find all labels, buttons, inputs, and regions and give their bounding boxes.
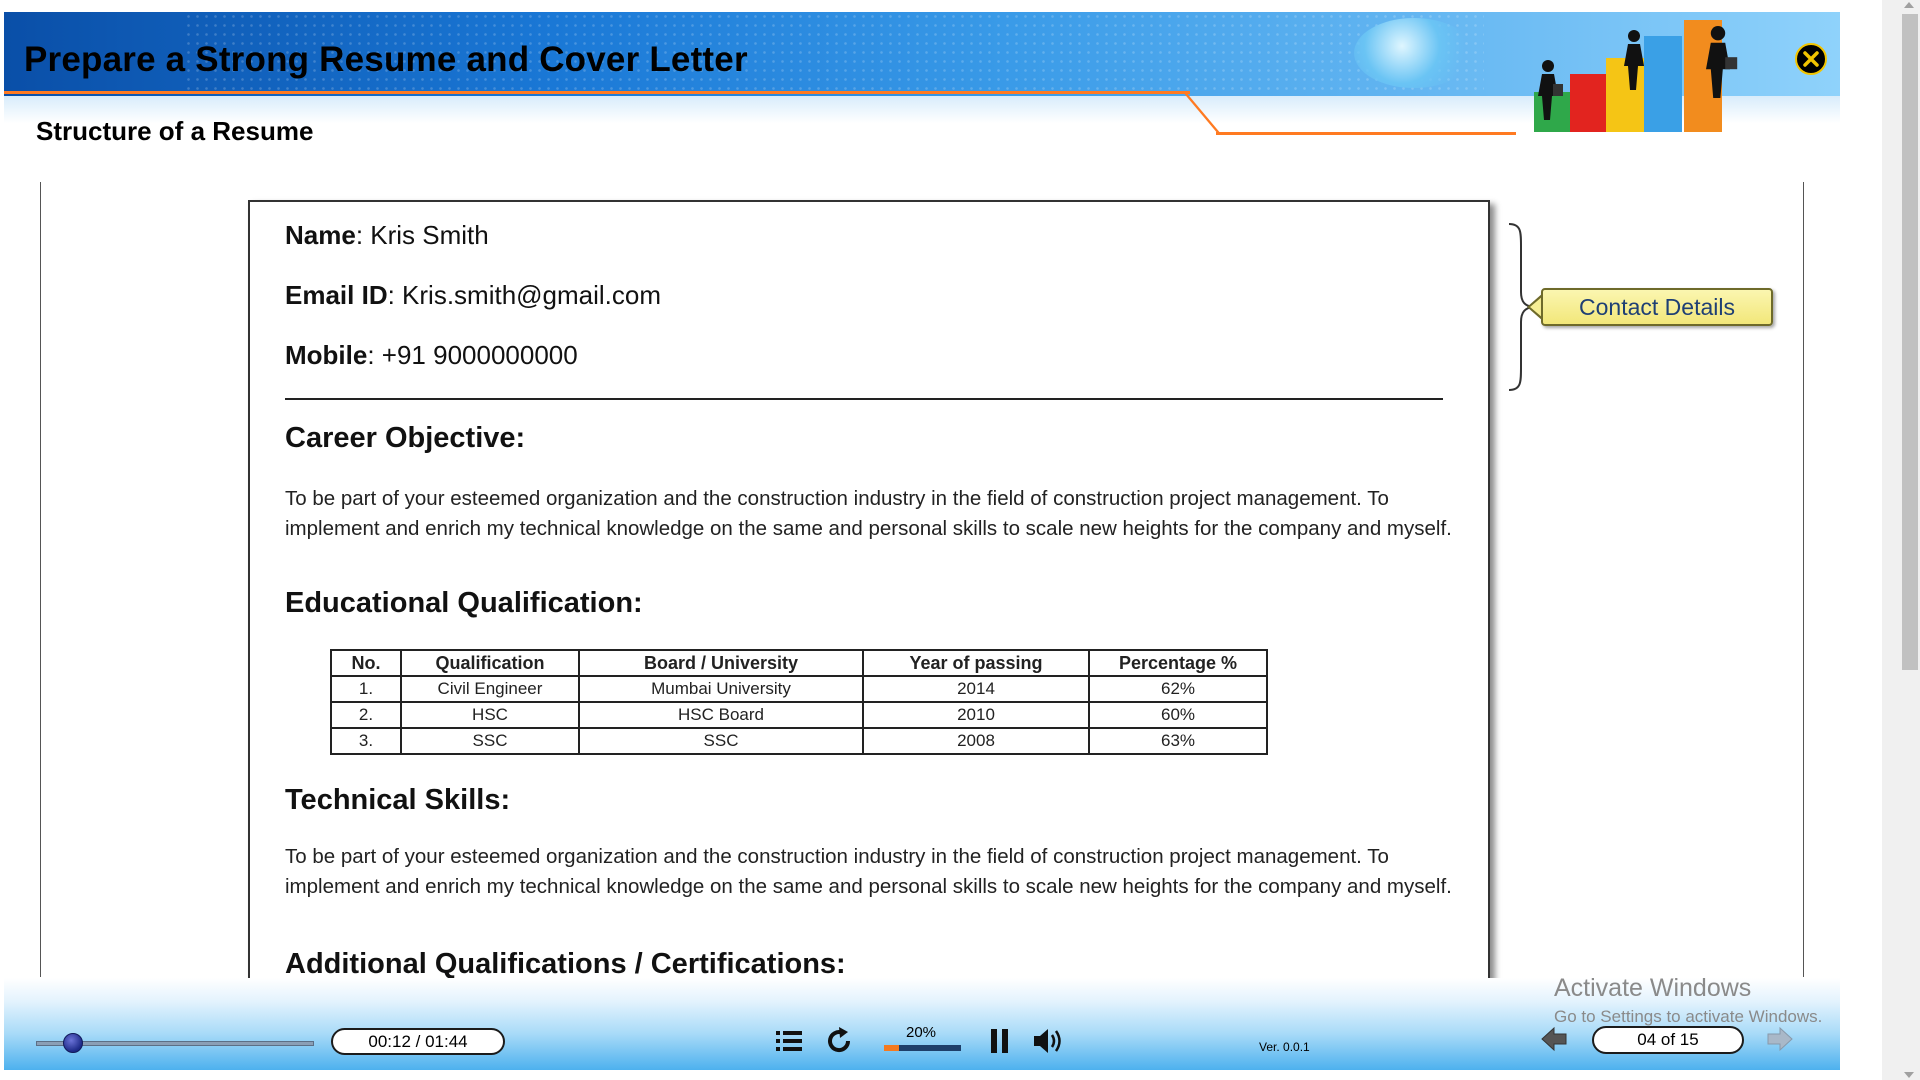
version-label: Ver. 0.0.1 — [1259, 1040, 1310, 1054]
resume-email-line: Email ID: Kris.smith@gmail.com — [285, 280, 661, 311]
resume-name-line: Name: Kris Smith — [285, 220, 489, 251]
menu-icon[interactable] — [774, 1026, 804, 1056]
table-cell: 2008 — [862, 727, 1090, 755]
close-icon — [1803, 51, 1819, 67]
resume-mobile-line: Mobile: +91 9000000000 — [285, 340, 578, 371]
table-row: 3. SSC SSC 2008 63% — [330, 727, 1268, 755]
table-header-cell: No. — [330, 649, 402, 677]
table-cell: Civil Engineer — [400, 675, 580, 703]
speaker-icon[interactable] — [1032, 1027, 1064, 1055]
name-label: Name — [285, 220, 356, 250]
banner-orange-line-lower — [1216, 132, 1516, 135]
table-cell: 3. — [330, 727, 402, 755]
table-cell: HSC — [400, 701, 580, 729]
volume-percent: 20% — [906, 1024, 937, 1041]
table-header-cell: Board / University — [578, 649, 864, 677]
table-cell: 2010 — [862, 701, 1090, 729]
time-display: 00:12 / 01:44 — [331, 1028, 505, 1055]
table-cell: HSC Board — [578, 701, 864, 729]
education-heading: Educational Qualification: — [285, 587, 643, 619]
mobile-value: : +91 9000000000 — [367, 340, 578, 370]
table-cell: SSC — [578, 727, 864, 755]
name-value: : Kris Smith — [355, 220, 489, 250]
scroll-up-arrow-icon[interactable] — [1904, 2, 1914, 8]
seek-handle[interactable] — [63, 1033, 83, 1053]
table-cell: 62% — [1088, 675, 1268, 703]
pause-icon[interactable] — [988, 1026, 1012, 1056]
table-cell: 2. — [330, 701, 402, 729]
table-header-cell: Year of passing — [862, 649, 1090, 677]
table-row: 1. Civil Engineer Mumbai University 2014… — [330, 675, 1268, 703]
walking-person-icon — [1706, 26, 1738, 98]
activate-windows-subtitle: Go to Settings to activate Windows. — [1554, 1007, 1823, 1026]
stage-border-left — [40, 182, 41, 977]
table-cell: 60% — [1088, 701, 1268, 729]
activate-windows-title: Activate Windows — [1554, 974, 1752, 1002]
section-title: Structure of a Resume — [36, 116, 314, 146]
bar-red — [1570, 74, 1608, 132]
previous-arrow-icon[interactable] — [1540, 1026, 1568, 1052]
career-objective-text: To be part of your esteemed organization… — [285, 487, 1452, 540]
close-button[interactable] — [1795, 43, 1827, 75]
walking-person-icon — [1624, 30, 1644, 90]
table-cell: Mumbai University — [578, 675, 864, 703]
table-header-cell: Percentage % — [1088, 649, 1268, 677]
contact-separator — [285, 398, 1443, 400]
stage-border-right — [1803, 182, 1804, 977]
windows-activation-watermark: Activate Windows Go to Settings to activ… — [1554, 974, 1822, 1027]
mobile-label: Mobile — [285, 340, 368, 370]
education-table: No. Qualification Board / University Yea… — [330, 649, 1268, 755]
table-cell: 2014 — [862, 675, 1090, 703]
technical-skills-heading: Technical Skills: — [285, 784, 511, 816]
table-cell: SSC — [400, 727, 580, 755]
course-title: Prepare a Strong Resume and Cover Letter — [24, 40, 748, 79]
next-arrow-icon[interactable] — [1766, 1026, 1794, 1052]
career-objective-heading: Career Objective: — [285, 422, 526, 454]
globe-graphic — [1354, 18, 1474, 88]
banner-orange-line — [4, 91, 1190, 94]
resume-document: Name: Kris Smith Email ID: Kris.smith@gm… — [248, 200, 1490, 1004]
email-value: : Kris.smith@gmail.com — [387, 280, 662, 310]
technical-skills-text: To be part of your esteemed organization… — [285, 845, 1452, 898]
page-indicator: 04 of 15 — [1592, 1026, 1744, 1054]
additional-qualifications-heading: Additional Qualifications / Certificatio… — [285, 948, 846, 980]
walking-person-icon — [1538, 60, 1563, 120]
volume-slider-fill — [884, 1045, 899, 1051]
scroll-down-arrow-icon[interactable] — [1904, 1072, 1914, 1078]
contact-details-callout: Contact Details — [1541, 288, 1773, 326]
table-header-cell: Qualification — [400, 649, 580, 677]
table-header-row: No. Qualification Board / University Yea… — [330, 649, 1268, 677]
email-label: Email ID — [285, 280, 388, 310]
career-growth-illustration — [1514, 20, 1774, 132]
replay-icon[interactable] — [824, 1026, 854, 1056]
table-cell: 63% — [1088, 727, 1268, 755]
scrollbar-thumb[interactable] — [1902, 14, 1918, 670]
table-cell: 1. — [330, 675, 402, 703]
table-row: 2. HSC HSC Board 2010 60% — [330, 701, 1268, 729]
